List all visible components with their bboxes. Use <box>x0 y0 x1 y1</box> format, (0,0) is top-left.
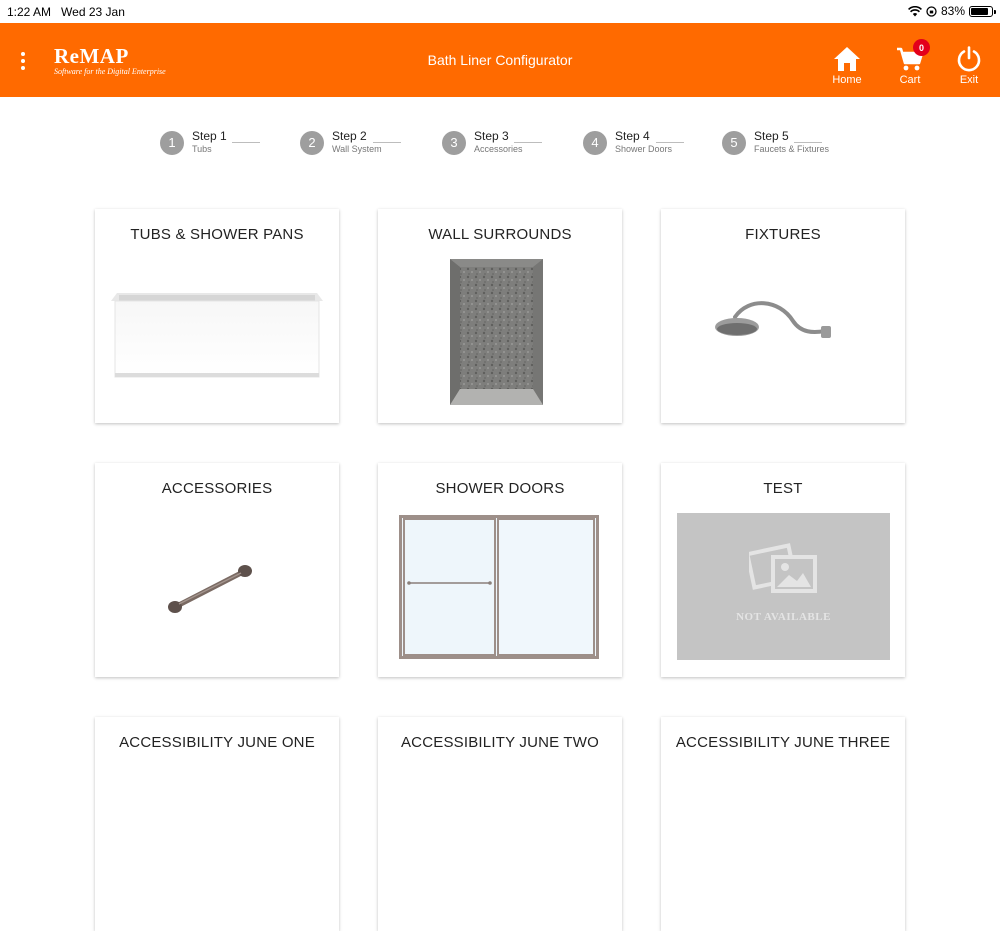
category-card-test[interactable]: TEST NOT AVAILABLE <box>661 463 905 677</box>
status-time-date: 1:22 AM Wed 23 Jan <box>7 5 125 19</box>
home-button[interactable]: Home <box>822 46 872 86</box>
card-title: TUBS & SHOWER PANS <box>130 226 304 243</box>
step-subtitle: Wall System <box>332 144 382 154</box>
step-1[interactable]: 1 Step 1 Tubs <box>160 130 227 155</box>
category-card-fixtures[interactable]: FIXTURES <box>661 209 905 423</box>
battery-icon <box>969 5 996 17</box>
step-progress: 1 Step 1 Tubs 2 Step 2 Wall System 3 Ste… <box>0 130 1000 160</box>
category-card-accessibility-two[interactable]: ACCESSIBILITY JUNE TWO <box>378 717 622 931</box>
step-connector <box>656 142 684 143</box>
image-placeholder-icon <box>749 543 817 593</box>
step-3[interactable]: 3 Step 3 Accessories <box>442 130 523 155</box>
shower-door-image <box>399 515 599 659</box>
card-title: FIXTURES <box>745 226 821 243</box>
card-title: TEST <box>763 480 803 497</box>
step-subtitle: Accessories <box>474 144 523 154</box>
category-card-accessibility-three[interactable]: ACCESSIBILITY JUNE THREE <box>661 717 905 931</box>
logo-subtitle: Software for the Digital Enterprise <box>54 67 166 76</box>
card-title: ACCESSIBILITY JUNE TWO <box>400 734 600 751</box>
exit-label: Exit <box>959 74 979 86</box>
step-connector <box>232 142 260 143</box>
battery-percent: 83% <box>940 4 965 18</box>
app-header: ReMAP Software for the Digital Enterpris… <box>0 23 1000 97</box>
cart-label: Cart <box>899 74 921 86</box>
category-card-tubs[interactable]: TUBS & SHOWER PANS <box>95 209 339 423</box>
category-card-wall-surrounds[interactable]: WALL SURROUNDS <box>378 209 622 423</box>
bathtub-image <box>111 293 323 378</box>
step-number: 2 <box>300 130 324 155</box>
card-title: ACCESSORIES <box>161 480 273 497</box>
home-icon <box>834 47 860 71</box>
card-title: WALL SURROUNDS <box>428 226 572 243</box>
power-icon <box>957 46 981 72</box>
exit-button[interactable]: Exit <box>944 46 994 86</box>
step-number: 3 <box>442 130 466 155</box>
grab-bar-image <box>168 565 252 613</box>
card-title: ACCESSIBILITY JUNE ONE <box>119 734 315 751</box>
rotation-lock-icon <box>926 5 937 17</box>
step-subtitle: Tubs <box>192 144 212 154</box>
step-subtitle: Shower Doors <box>615 144 673 154</box>
not-available-text: NOT AVAILABLE <box>736 611 831 623</box>
wifi-icon <box>908 5 922 16</box>
step-2[interactable]: 2 Step 2 Wall System <box>300 130 382 155</box>
card-title: ACCESSIBILITY JUNE THREE <box>675 734 891 751</box>
step-title: Step 1 <box>192 129 227 143</box>
category-card-accessories[interactable]: ACCESSORIES <box>95 463 339 677</box>
home-label: Home <box>832 74 862 86</box>
wall-surround-image <box>450 259 543 405</box>
step-connector <box>373 142 401 143</box>
step-number: 5 <box>722 130 746 155</box>
step-number: 1 <box>160 130 184 155</box>
shower-head-image <box>715 301 831 338</box>
category-card-accessibility-one[interactable]: ACCESSIBILITY JUNE ONE <box>95 717 339 931</box>
step-connector <box>514 142 542 143</box>
card-title: SHOWER DOORS <box>435 480 565 497</box>
step-subtitle: Faucets & Fixtures <box>754 144 830 154</box>
step-number: 4 <box>583 130 607 155</box>
cart-button[interactable]: 0 Cart <box>885 39 935 86</box>
not-available-image: NOT AVAILABLE <box>677 513 890 660</box>
status-bar: 1:22 AM Wed 23 Jan 83% <box>0 0 1000 23</box>
category-card-shower-doors[interactable]: SHOWER DOORS <box>378 463 622 677</box>
step-connector <box>794 142 822 143</box>
cart-count-badge: 0 <box>913 39 930 56</box>
status-right: 83% <box>908 4 996 18</box>
